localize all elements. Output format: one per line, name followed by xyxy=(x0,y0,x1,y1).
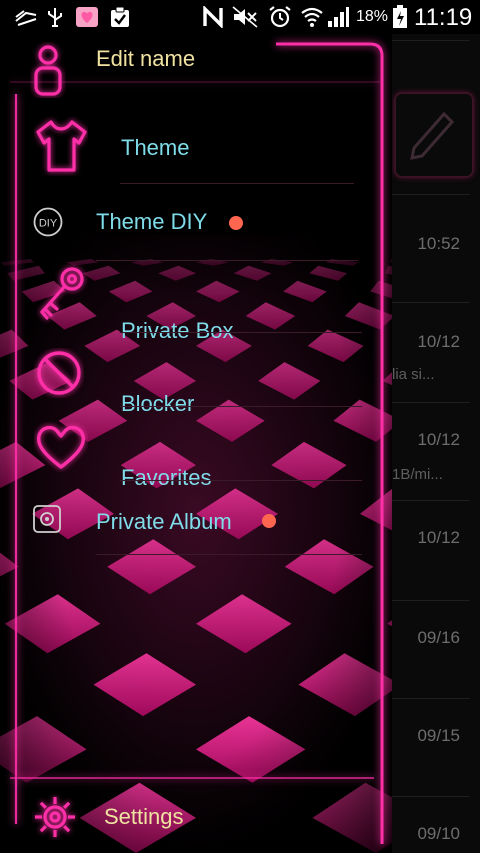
key-icon xyxy=(40,267,84,320)
clipboard-check-icon xyxy=(108,6,132,28)
battery-icon xyxy=(392,5,408,28)
alarm-icon xyxy=(268,6,292,28)
menu-item-settings[interactable]: Settings xyxy=(0,782,380,852)
message-date: 10/12 xyxy=(417,332,460,351)
divider xyxy=(120,183,354,184)
menu-item-private-album[interactable]: Private Album xyxy=(0,482,380,554)
message-date: 09/10 xyxy=(417,824,460,843)
new-badge xyxy=(229,216,243,230)
theme-label: Theme xyxy=(121,135,190,160)
message-date: 09/16 xyxy=(417,628,460,647)
compose-button[interactable] xyxy=(394,92,474,178)
navigation-drawer: Edit name Theme DIY Theme DIY Private Bo… xyxy=(0,34,392,853)
menu-item-theme[interactable]: Theme xyxy=(0,112,380,184)
signal-icon xyxy=(326,6,350,28)
settings-label: Settings xyxy=(104,804,184,829)
tshirt-icon xyxy=(36,120,87,172)
divider xyxy=(96,260,358,261)
gear-icon xyxy=(35,797,75,837)
notification-icon xyxy=(14,6,38,28)
heart-icon xyxy=(36,425,86,469)
menu-item-theme-diy[interactable]: DIY Theme DIY xyxy=(0,186,380,258)
menu-item-blocker[interactable]: Blocker xyxy=(0,334,380,416)
message-snippet: 1B/mi... xyxy=(392,466,443,483)
message-date: 10:52 xyxy=(417,234,460,253)
theme-diy-label: Theme DIY xyxy=(96,209,208,234)
mute-icon xyxy=(232,6,258,28)
private-album-label: Private Album xyxy=(96,509,232,534)
pencil-icon xyxy=(410,111,455,160)
wifi-icon xyxy=(300,6,324,28)
diy-icon: DIY xyxy=(33,207,63,237)
nfc-icon xyxy=(202,6,224,28)
person-icon xyxy=(34,45,62,96)
new-badge xyxy=(262,514,276,528)
app-notification-icon xyxy=(74,6,100,28)
album-icon xyxy=(33,505,61,533)
divider xyxy=(120,406,362,407)
divider xyxy=(96,554,362,555)
divider xyxy=(120,332,362,333)
status-bar: 18% 11:19 xyxy=(0,0,480,34)
divider xyxy=(120,480,362,481)
menu-item-favorites[interactable]: Favorites xyxy=(0,408,380,490)
battery-percent: 18% xyxy=(356,8,389,25)
menu-item-private-box[interactable]: Private Box xyxy=(0,260,380,343)
message-snippet: lia si... xyxy=(392,366,435,383)
message-date: 09/15 xyxy=(417,726,460,745)
message-date: 10/12 xyxy=(417,528,460,547)
block-icon xyxy=(37,351,81,395)
svg-text:DIY: DIY xyxy=(39,218,58,230)
clock: 11:19 xyxy=(414,4,473,31)
message-date: 10/12 xyxy=(417,430,460,449)
usb-icon xyxy=(44,6,66,28)
profile-header[interactable]: Edit name xyxy=(0,34,380,106)
edit-name-label: Edit name xyxy=(96,46,196,71)
